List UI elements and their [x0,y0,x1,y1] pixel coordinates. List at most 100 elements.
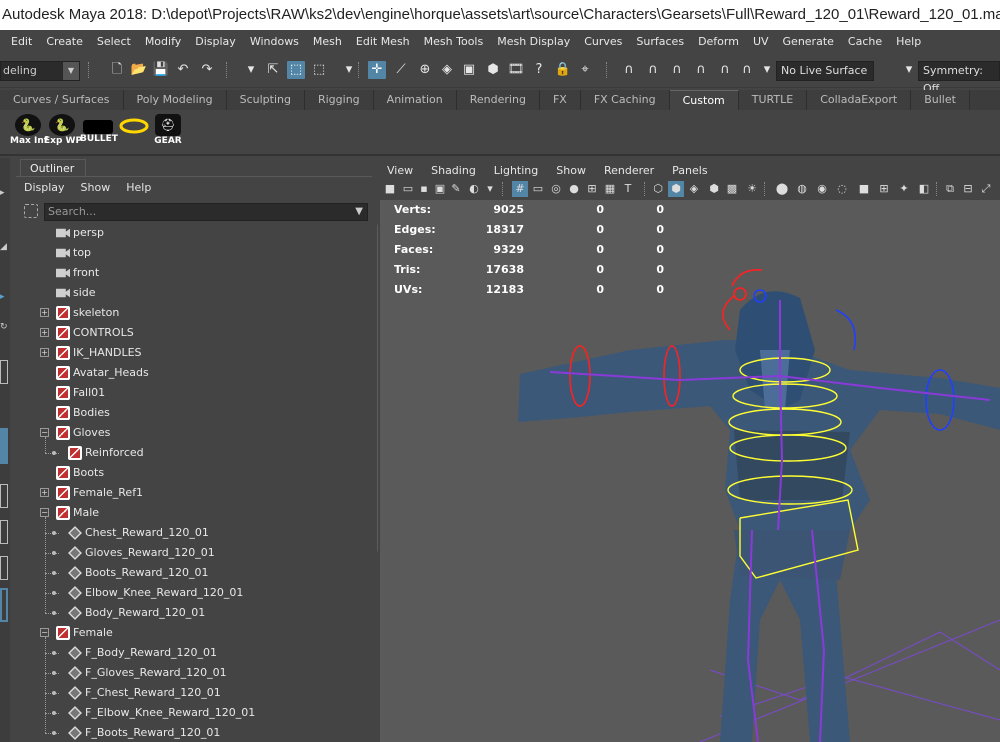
chevron-down-icon[interactable]: ▾ [340,61,358,79]
panel-menu-renderer[interactable]: Renderer [595,164,663,177]
menu-display[interactable]: Display [188,35,243,48]
outliner-menu-show[interactable]: Show [81,181,111,194]
layout-icon[interactable] [0,588,8,622]
shelf-tab-rigging[interactable]: Rigging [304,90,374,110]
menu-windows[interactable]: Windows [243,35,306,48]
outliner-item[interactable]: F_Elbow_Knee_Reward_120_01 [16,703,360,723]
outliner-item[interactable]: Boots_Reward_120_01 [16,563,360,583]
redo-icon[interactable]: ↷ [198,61,216,79]
shelf-tab-custom[interactable]: Custom [669,90,739,110]
outliner-item[interactable]: F_Chest_Reward_120_01 [16,683,360,703]
shelf-tab-poly-modeling[interactable]: Poly Modeling [123,90,227,110]
help-icon[interactable]: ? [530,61,548,79]
collapse-icon[interactable]: − [40,428,49,437]
render-view-icon[interactable]: 🎞 [507,61,525,79]
magnet-icon[interactable]: ∩ [668,61,686,79]
aa-icon[interactable]: ◉ [814,181,830,197]
new-scene-icon[interactable]: 🗋 [108,61,126,79]
menu-cache[interactable]: Cache [841,35,889,48]
outliner-item[interactable]: F_Gloves_Reward_120_01 [16,663,360,683]
layout-icon[interactable] [0,556,8,580]
snap-curve-icon[interactable]: ⟋ [392,61,410,79]
outliner-item[interactable]: persp [16,223,360,243]
outliner-item[interactable]: + CONTROLS [16,323,360,343]
outliner-item[interactable]: F_Boots_Reward_120_01 [16,723,360,742]
shelf-button-gear[interactable]: ⛑ GEAR [150,114,186,152]
shelf-tab-rendering[interactable]: Rendering [456,90,540,110]
outliner-item[interactable]: Gloves_Reward_120_01 [16,543,360,563]
snap-point-icon[interactable]: ⊕ [416,61,434,79]
wireframe-icon[interactable]: ⬡ [650,181,666,197]
isolate-icon[interactable]: ■ [856,181,872,197]
outliner-item[interactable]: + skeleton [16,303,360,323]
select-objects-icon[interactable]: ⬚ [287,61,305,79]
outliner-item[interactable]: top [16,243,360,263]
save-scene-icon[interactable]: 💾 [152,61,170,79]
maximize-icon[interactable]: ⤢ [978,181,994,197]
tool-icon[interactable]: ▸ [0,292,8,312]
menu-mesh[interactable]: Mesh [306,35,349,48]
menu-edit[interactable]: Edit [4,35,39,48]
2d-pan-icon[interactable]: ✎ [448,181,464,197]
menuset-selector[interactable]: deling ▼ [0,61,80,81]
shelf-tab-fx-caching[interactable]: FX Caching [580,90,670,110]
magnet-icon[interactable]: ∩ [738,61,756,79]
chevron-down-icon[interactable]: ▾ [242,61,260,79]
expand-icon[interactable]: + [40,328,49,337]
outliner-menu-help[interactable]: Help [126,181,151,194]
two-panes-icon[interactable]: ⧉ [942,181,958,197]
use-all-lights-icon[interactable]: ▩ [724,181,740,197]
shelf-tab-sculpting[interactable]: Sculpting [226,90,305,110]
panel-layout-icon[interactable]: ⊟ [960,181,976,197]
camera-attr-icon[interactable]: ▭ [400,181,416,197]
panel-menu-shading[interactable]: Shading [422,164,485,177]
menu-create[interactable]: Create [39,35,90,48]
magnet-icon[interactable]: ∩ [620,61,638,79]
bookmark-icon[interactable]: ▪ [416,181,432,197]
3d-viewport[interactable]: Verts: 9025 0 0 Edges: 18317 0 0 Faces: 9329 0 0 Tri… [380,200,1000,742]
expand-icon[interactable]: + [40,348,49,357]
outliner-item[interactable]: Bodies [16,403,360,423]
textured-icon[interactable]: ⬢ [706,181,722,197]
outliner-item[interactable]: Chest_Reward_120_01 [16,523,360,543]
menu-modify[interactable]: Modify [138,35,188,48]
collapse-icon[interactable]: − [40,508,49,517]
outliner-item[interactable]: Reinforced [16,443,360,463]
layout-icon[interactable] [0,484,8,508]
shelf-tab-bullet[interactable]: Bullet [911,90,970,110]
panel-menu-lighting[interactable]: Lighting [485,164,547,177]
menu-select[interactable]: Select [90,35,138,48]
resolution-gate-icon[interactable]: ◎ [548,181,564,197]
chevron-down-icon[interactable]: ▾ [482,181,498,197]
open-scene-icon[interactable]: 📂 [130,61,148,79]
shelf-button-exp-wp[interactable]: 🐍 Exp WP [44,114,82,152]
panel-menu-panels[interactable]: Panels [663,164,716,177]
tool-icon[interactable]: ↻ [0,322,8,342]
menu-edit-mesh[interactable]: Edit Mesh [349,35,417,48]
outliner-search-input[interactable]: Search... ▼ [44,203,368,221]
undo-icon[interactable]: ↶ [174,61,192,79]
outliner-item[interactable]: Avatar_Heads [16,363,360,383]
outliner-item[interactable]: − Gloves [16,423,360,443]
search-options-icon[interactable] [24,204,38,218]
grease-pencil-icon[interactable]: ◐ [466,181,482,197]
lock-icon[interactable]: 🔒 [554,61,572,79]
live-surface-field[interactable]: No Live Surface [776,61,874,81]
xray-joints-icon[interactable]: ✦ [896,181,912,197]
grid-icon[interactable]: # [512,181,528,197]
magnet-icon[interactable]: ∩ [716,61,734,79]
shadows-icon[interactable]: ☀ [744,181,760,197]
wireframe-on-shaded-icon[interactable]: ◈ [686,181,702,197]
field-chart-icon[interactable]: ⊞ [584,181,600,197]
outliner-item[interactable]: − Male [16,503,360,523]
expand-icon[interactable]: + [40,488,49,497]
safe-action-icon[interactable]: ▦ [602,181,618,197]
outliner-item[interactable]: Fall01 [16,383,360,403]
shelf-tab-fx[interactable]: FX [539,90,581,110]
gate-mask-icon[interactable]: ● [566,181,582,197]
chevron-down-icon[interactable]: ▾ [758,61,776,79]
shelf-button-bullet[interactable]: BULLET [80,114,118,152]
film-gate-icon[interactable]: ▭ [530,181,546,197]
shelf-tab-animation[interactable]: Animation [373,90,457,110]
select-components-icon[interactable]: ⬚ [310,61,328,79]
